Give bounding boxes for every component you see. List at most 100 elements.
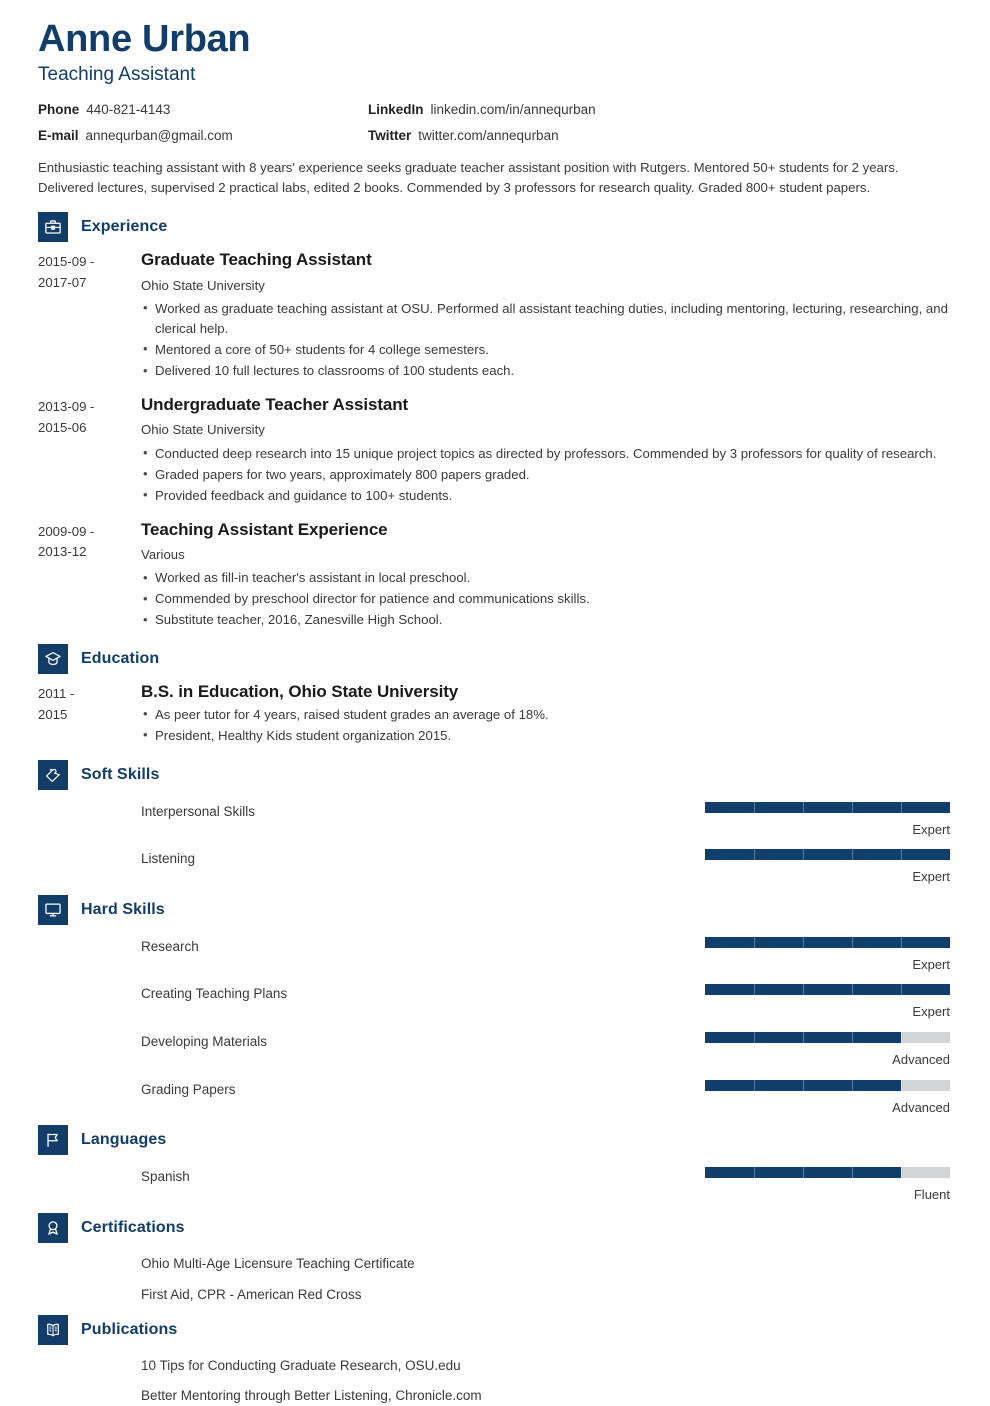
skill-name: Developing Materials — [141, 1034, 268, 1050]
contact-value-twitter[interactable]: twitter.com/annequrban — [418, 128, 558, 143]
entry-dates: 2015-09 -2017-07 — [38, 254, 95, 290]
entry-bullet: Conducted deep research into 15 unique p… — [141, 443, 950, 464]
contact-label-linkedin: LinkedIn — [368, 102, 424, 118]
skill-level-label: Fluent — [913, 1187, 950, 1203]
skill-level-label: Expert — [912, 1004, 950, 1020]
entry-bullet: Worked as fill-in teacher's assistant in… — [141, 568, 950, 588]
skill-meter-fill — [705, 984, 950, 996]
skill-row: Spanish Fluent — [38, 1167, 950, 1203]
professional-summary: Enthusiastic teaching assistant with 8 y… — [38, 160, 899, 196]
entry-degree: B.S. in Education, Ohio State University — [141, 682, 459, 702]
skill-meter-track — [705, 984, 950, 996]
publication-item: Better Mentoring through Better Listenin… — [141, 1388, 482, 1404]
skill-meter-track — [705, 801, 950, 813]
skill-level-label: Advanced — [892, 1052, 950, 1068]
entry-bullet-list: Worked as graduate teaching assistant at… — [141, 298, 950, 381]
contact-linkedin[interactable]: LinkedIn linkedin.com/in/annequrban — [368, 102, 950, 117]
skill-meter-track — [705, 1032, 950, 1044]
section-header-soft-skills: Soft Skills — [38, 759, 950, 790]
entry-dates: 2013-09 -2015-06 — [38, 399, 95, 435]
publication-item: 10 Tips for Conducting Graduate Research… — [141, 1357, 461, 1373]
education-entry: 2011 -2015 B.S. in Education, Ohio State… — [38, 681, 950, 745]
section-header-experience: Experience — [38, 212, 950, 243]
entry-role: Teaching Assistant Experience — [141, 519, 388, 539]
section-title-certifications: Certifications — [81, 1218, 185, 1236]
entry-bullet: Commended by preschool director for pati… — [141, 589, 950, 609]
contact-phone: Phone 440-821-4143 — [38, 102, 368, 117]
entry-bullet-list: Conducted deep research into 15 unique p… — [141, 443, 950, 506]
entry-bullet: President, Healthy Kids student organiza… — [141, 725, 950, 746]
section-header-languages: Languages — [38, 1125, 950, 1156]
monitor-icon — [38, 894, 68, 925]
skill-meter-fill — [705, 849, 950, 861]
handshake-icon — [38, 759, 68, 790]
skill-level-label: Expert — [912, 869, 950, 885]
entry-organization: Various — [141, 546, 185, 562]
skill-meter-track — [705, 849, 950, 861]
open-book-icon — [38, 1314, 68, 1345]
entry-bullet: Provided feedback and guidance to 100+ s… — [141, 485, 950, 506]
experience-entry: 2015-09 -2017-07 Graduate Teaching Assis… — [38, 249, 950, 381]
resume-header: Anne Urban Teaching Assistant Phone 440-… — [38, 18, 950, 198]
skill-meter-track — [705, 936, 950, 948]
section-title-experience: Experience — [81, 218, 168, 236]
skill-meter: Expert — [705, 849, 950, 885]
skill-row: Grading Papers Advanced — [38, 1079, 950, 1116]
contact-twitter[interactable]: Twitter twitter.com/annequrban — [368, 128, 950, 143]
skill-name: Interpersonal Skills — [141, 803, 256, 819]
experience-entry: 2009-09 -2013-12 Teaching Assistant Expe… — [38, 519, 950, 631]
contact-value-phone: 440-821-4143 — [86, 102, 171, 118]
entry-bullet-list: As peer tutor for 4 years, raised studen… — [141, 704, 950, 746]
entry-bullet-list: Worked as fill-in teacher's assistant in… — [141, 568, 950, 630]
entry-bullet: Graded papers for two years, approximate… — [141, 464, 950, 485]
skill-meter: Expert — [705, 801, 950, 838]
contact-label-twitter: Twitter — [368, 128, 412, 144]
skill-meter-track — [705, 1079, 950, 1091]
entry-bullet: Substitute teacher, 2016, Zanesville Hig… — [141, 610, 950, 630]
entry-bullet: As peer tutor for 4 years, raised studen… — [141, 704, 950, 725]
entry-bullet: Delivered 10 full lectures to classrooms… — [141, 361, 950, 381]
skill-level-label: Advanced — [892, 1099, 950, 1115]
section-title-hard-skills: Hard Skills — [81, 900, 165, 918]
contact-value-linkedin[interactable]: linkedin.com/in/annequrban — [431, 102, 596, 117]
skill-name: Research — [141, 938, 199, 954]
certification-item: Ohio Multi-Age Licensure Teaching Certif… — [141, 1255, 415, 1271]
skill-row: Developing Materials Advanced — [38, 1032, 950, 1068]
section-title-publications: Publications — [81, 1320, 178, 1338]
skill-meter: Fluent — [705, 1167, 950, 1203]
section-title-education: Education — [81, 650, 160, 668]
section-header-education: Education — [38, 644, 950, 675]
entry-bullet: Worked as graduate teaching assistant at… — [141, 298, 950, 339]
certification-item: First Aid, CPR - American Red Cross — [141, 1286, 362, 1302]
skill-row: Interpersonal Skills Expert — [38, 801, 950, 838]
skill-name: Creating Teaching Plans — [141, 986, 288, 1002]
skill-meter: Expert — [705, 936, 950, 973]
skill-row: Research Expert — [38, 936, 950, 973]
experience-entry: 2013-09 -2015-06 Undergraduate Teacher A… — [38, 394, 950, 506]
skill-row: Creating Teaching Plans Expert — [38, 984, 950, 1020]
skill-meter-fill — [705, 801, 950, 813]
section-title-soft-skills: Soft Skills — [81, 765, 160, 783]
skill-name: Grading Papers — [141, 1081, 236, 1097]
section-header-hard-skills: Hard Skills — [38, 894, 950, 925]
contact-label-email: E-mail — [38, 128, 79, 144]
contact-info: Phone 440-821-4143 LinkedIn linkedin.com… — [38, 102, 950, 143]
section-header-publications: Publications — [38, 1314, 950, 1345]
skill-meter-fill — [705, 936, 950, 948]
skill-level-label: Expert — [912, 821, 950, 837]
entry-role: Graduate Teaching Assistant — [141, 250, 372, 270]
skill-level-label: Expert — [912, 956, 950, 972]
skill-name: Spanish — [141, 1169, 190, 1185]
contact-label-phone: Phone — [38, 102, 80, 118]
contact-email[interactable]: E-mail annequrban@gmail.com — [38, 128, 368, 143]
entry-dates: 2011 -2015 — [38, 686, 75, 722]
award-ribbon-icon — [38, 1212, 68, 1243]
page-title: Anne Urban — [38, 18, 251, 60]
entry-organization: Ohio State University — [141, 422, 265, 438]
skill-meter-track — [705, 1167, 950, 1179]
contact-value-email[interactable]: annequrban@gmail.com — [86, 128, 233, 143]
job-title: Teaching Assistant — [38, 63, 196, 85]
skill-name: Listening — [141, 851, 196, 867]
skill-meter: Advanced — [705, 1079, 950, 1116]
skill-meter: Expert — [705, 984, 950, 1020]
